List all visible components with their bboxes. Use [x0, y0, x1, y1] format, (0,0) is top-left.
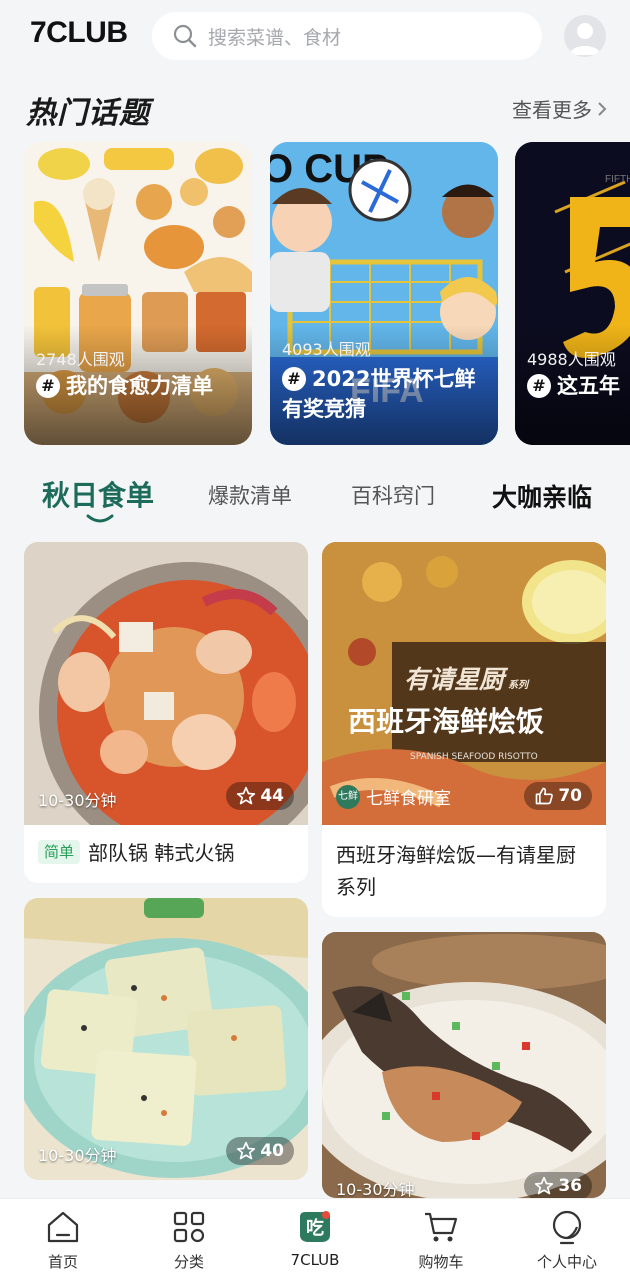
- recipe-card-fish[interactable]: 10-30分钟 36: [322, 932, 606, 1198]
- hashtag-icon: #: [282, 367, 306, 391]
- star-icon: [237, 786, 256, 805]
- see-more-link[interactable]: 查看更多: [512, 94, 608, 123]
- topic-card-2[interactable]: O CUP FIFA 4093人围观 #2022世界杯七鲜有奖竞猜: [270, 142, 498, 445]
- nav-home[interactable]: 首页: [13, 1207, 113, 1272]
- topic-title: #2022世界杯七鲜有奖竞猜: [282, 364, 488, 424]
- favorite-count[interactable]: 36: [524, 1172, 592, 1198]
- topic-title-text: 这五年: [557, 374, 620, 398]
- hot-topics-title: 热门话题: [26, 96, 150, 131]
- nav-cart[interactable]: 购物车: [391, 1207, 491, 1272]
- recipe-info: 简单 部队锅 韩式火锅: [24, 825, 308, 883]
- topic-title-text: 2022世界杯七鲜有奖竞猜: [282, 367, 476, 421]
- see-more-label: 查看更多: [512, 98, 592, 122]
- nav-label: 分类: [173, 1253, 204, 1271]
- topic-viewers: 2748人围观: [36, 350, 125, 369]
- avatar[interactable]: [564, 15, 606, 57]
- recipe-image: 10-30分钟 36: [322, 932, 606, 1198]
- nav-label: 购物车: [418, 1253, 464, 1271]
- recipe-title: 西班牙海鲜烩饭—有请星厨系列: [336, 843, 576, 899]
- tab-autumn-menu[interactable]: 秋日食单: [42, 474, 154, 514]
- hashtag-icon: #: [527, 374, 551, 398]
- favorite-count-value: 40: [260, 1141, 284, 1161]
- tab-chef-visit[interactable]: 大咖亲临: [492, 478, 592, 514]
- tab-tips[interactable]: 百科窍门: [351, 480, 435, 510]
- nav-7club[interactable]: 吃 7CLUB: [265, 1207, 365, 1269]
- recipe-title: 部队锅 韩式火锅: [88, 841, 235, 865]
- topic-card-1[interactable]: 2748人围观 # 我的食愈力清单: [24, 142, 252, 445]
- recipe-image: 10-30分钟 44: [24, 542, 308, 825]
- cart-icon: [425, 1212, 458, 1242]
- nav-label: 首页: [47, 1253, 78, 1271]
- cook-time: 10-30分钟: [38, 1146, 117, 1165]
- recipe-image: 有请星厨 系列 西班牙海鲜烩饭 SPANISH SEAFOOD RISOTTO 七…: [322, 542, 606, 825]
- tab-active-indicator: [86, 514, 114, 523]
- nav-category[interactable]: 分类: [139, 1207, 239, 1272]
- difficulty-tag: 简单: [38, 840, 81, 864]
- topic-title: # 这五年: [527, 371, 630, 401]
- category-tabs: 秋日食单 爆款清单 百科窍门 大咖亲临: [0, 470, 630, 530]
- source-badge: 七鲜: [336, 784, 360, 809]
- overlay-series-title: 有请星厨 系列: [404, 665, 529, 694]
- topic-title: # 我的食愈力清单: [36, 371, 242, 401]
- recipe-card-paella[interactable]: 有请星厨 系列 西班牙海鲜烩饭 SPANISH SEAFOOD RISOTTO 七…: [322, 542, 606, 917]
- favorite-count-value: 44: [260, 786, 284, 806]
- eat-glyph: 吃: [306, 1217, 324, 1239]
- bottom-nav: 首页 分类 吃 7CLUB 购物车 个人中心: [0, 1198, 630, 1280]
- recipe-card-tofu[interactable]: 10-30分钟 40: [24, 898, 308, 1180]
- like-count[interactable]: 70: [524, 782, 592, 810]
- cook-time: 10-30分钟: [336, 1180, 415, 1198]
- favorite-count[interactable]: 44: [226, 782, 294, 810]
- eat-icon: 吃: [300, 1211, 330, 1242]
- like-count-value: 70: [558, 786, 582, 806]
- profile-icon: [552, 1210, 582, 1245]
- favorite-count[interactable]: 40: [226, 1137, 294, 1165]
- recipe-source[interactable]: 七鲜 七鲜食研室: [336, 784, 451, 809]
- thumbs-up-icon: [535, 787, 554, 805]
- topic-viewers: 4093人围观: [282, 340, 371, 359]
- favorite-count-value: 36: [558, 1176, 582, 1196]
- recipe-image: 10-30分钟 40: [24, 898, 308, 1180]
- svg-text:FIFTH AN: FIFTH AN: [605, 174, 630, 185]
- grid-icon: [173, 1211, 205, 1243]
- search-icon: [173, 24, 197, 48]
- source-name: 七鲜食研室: [366, 789, 451, 809]
- app-logo[interactable]: 7CLUB: [30, 16, 128, 50]
- nav-label: 个人中心: [536, 1253, 597, 1271]
- recipe-photo-fish: [322, 932, 606, 1198]
- topic-title-text: 我的食愈力清单: [66, 374, 213, 398]
- topic-viewers: 4988人围观: [527, 350, 616, 369]
- overlay-subtitle: SPANISH SEAFOOD RISOTTO: [410, 752, 538, 762]
- search-bar[interactable]: 搜索菜谱、食材: [152, 12, 542, 60]
- hot-topics-carousel[interactable]: 2748人围观 #我的食愈力清单 O CUP FIFA 4093人围观 #202…: [0, 142, 630, 445]
- topic-card-3[interactable]: FIFTH AN 4988人围观 #这五年: [515, 142, 630, 445]
- recipe-card-army-stew[interactable]: 10-30分钟 44 简单 部队锅 韩式火锅: [24, 542, 308, 883]
- tab-hot-list[interactable]: 爆款清单: [208, 480, 292, 510]
- home-icon: [47, 1211, 79, 1243]
- chevron-right-icon: [598, 101, 607, 116]
- cook-time: 10-30分钟: [38, 791, 117, 810]
- nav-profile[interactable]: 个人中心: [517, 1207, 617, 1272]
- recipe-info: 西班牙海鲜烩饭—有请星厨系列: [322, 825, 606, 917]
- user-icon: [569, 23, 601, 55]
- star-icon: [535, 1176, 554, 1195]
- top-header: 7CLUB 搜索菜谱、食材: [0, 0, 630, 76]
- search-placeholder: 搜索菜谱、食材: [208, 26, 342, 49]
- nav-label: 7CLUB: [290, 1251, 340, 1269]
- overlay-dish-title: 西班牙海鲜烩饭: [348, 705, 545, 738]
- hashtag-icon: #: [36, 374, 60, 398]
- star-icon: [237, 1141, 256, 1160]
